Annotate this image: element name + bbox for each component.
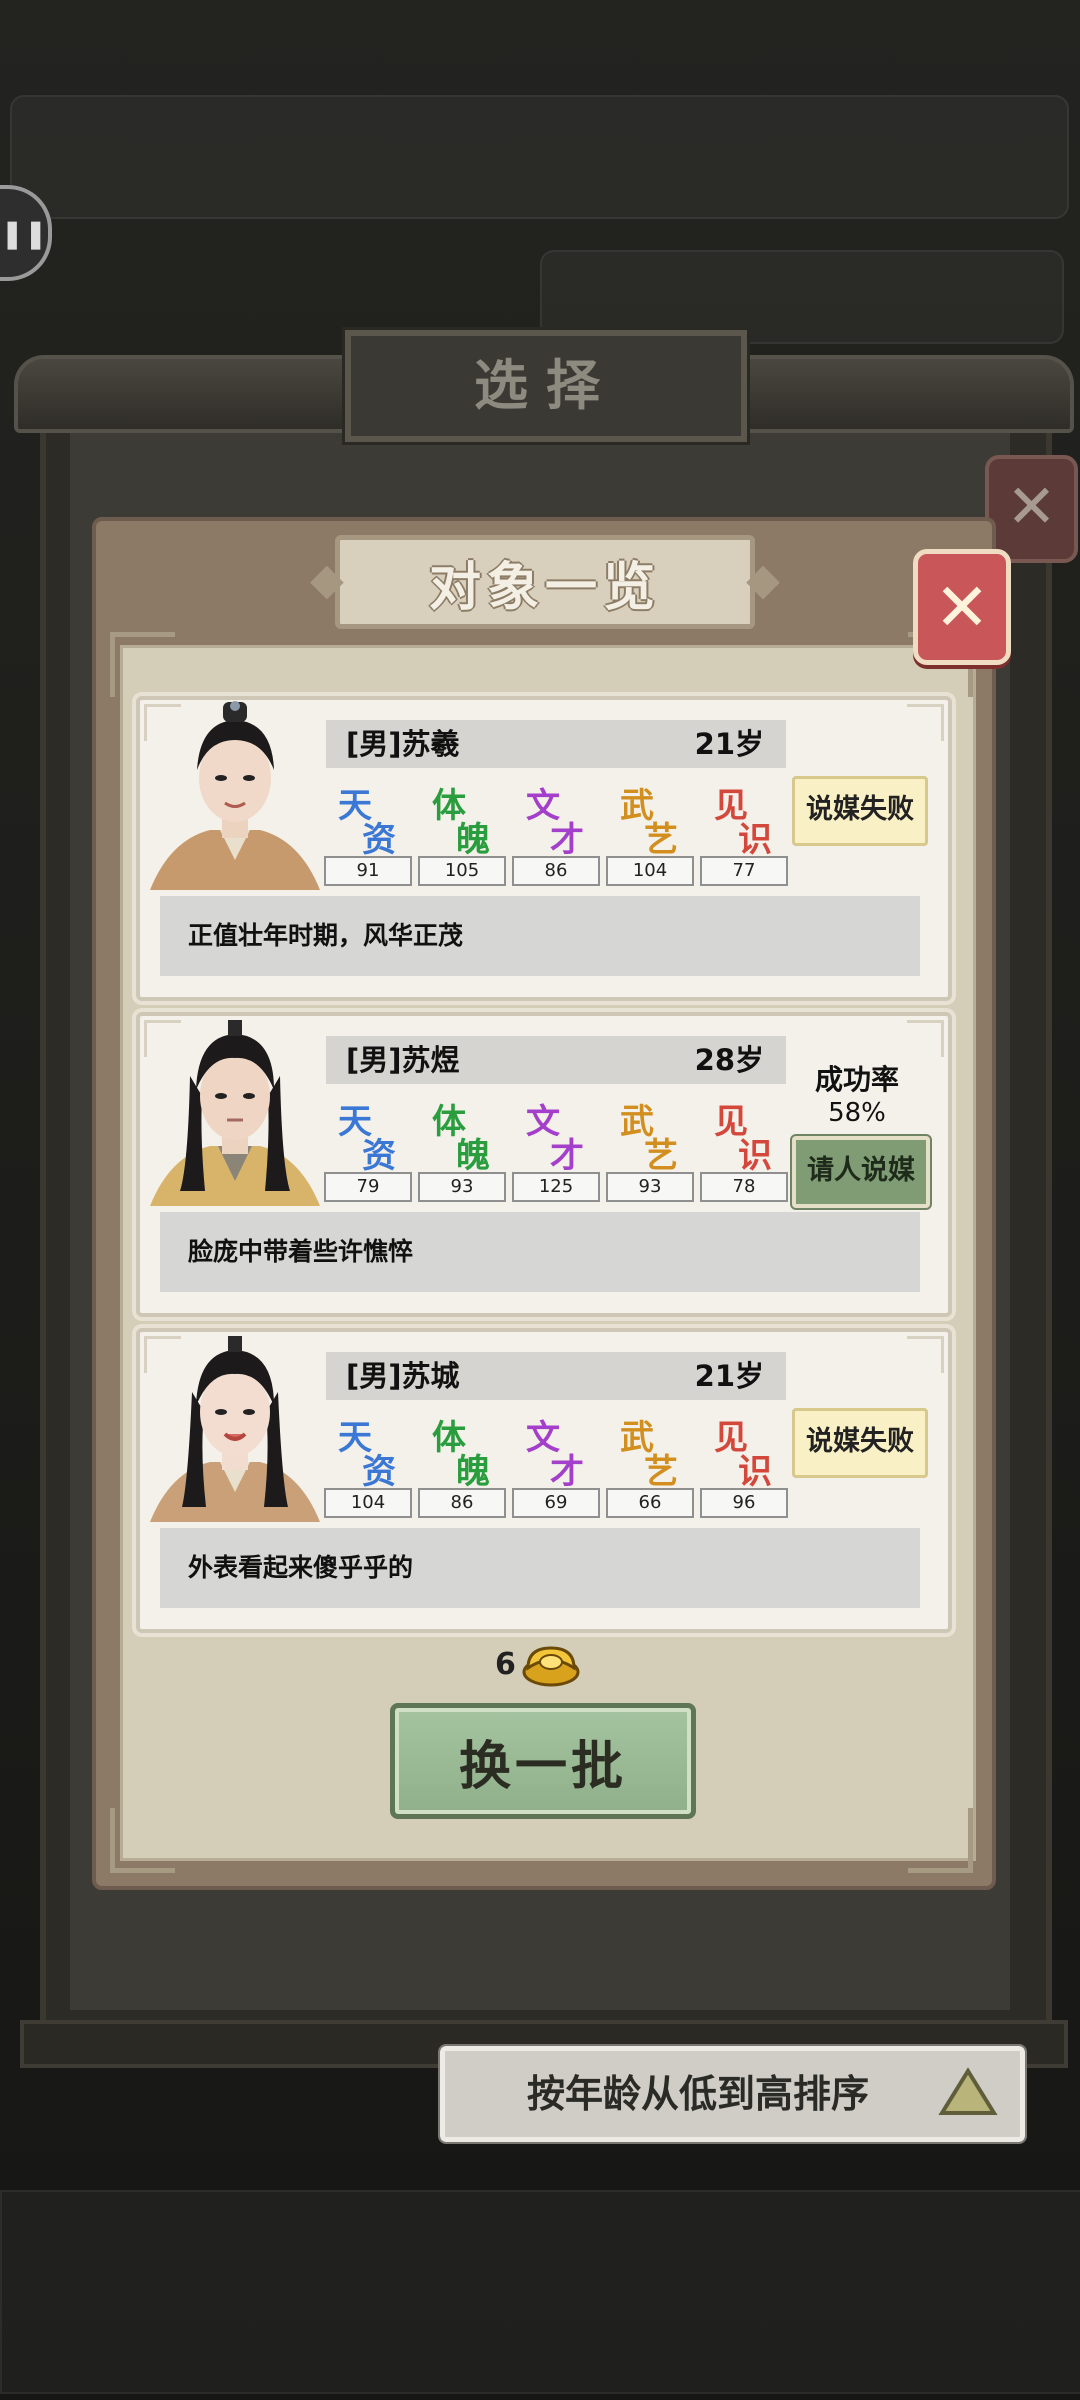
stat-literary: 文才 125 [512,1094,600,1202]
candidate-name-text: 苏煜 [401,1043,460,1077]
stat-aptitude: 天资 104 [324,1410,412,1518]
stat-label-char: 资 [362,1452,396,1492]
candidate-age: 21岁 [694,727,764,761]
name-bar: [男]苏羲 21岁 [326,720,786,768]
stat-literary: 文才 69 [512,1410,600,1518]
stat-aptitude: 天资 79 [324,1094,412,1202]
stat-label-char: 识 [738,820,772,860]
refresh-batch-button[interactable]: 换一批 [390,1703,696,1819]
candidate-portrait [150,701,320,890]
stat-label-char: 才 [550,820,584,860]
candidate-portrait [150,1336,320,1522]
refresh-cost-amount: 6 [495,1646,516,1682]
close-button[interactable]: ✕ [913,549,1011,665]
stat-label-char: 才 [550,1452,584,1492]
candidate-portrait [150,1020,320,1206]
card-corner-ornament [907,1336,944,1373]
stat-label-char: 魄 [456,820,490,860]
stat-label-char: 资 [362,1136,396,1176]
sort-ascending-triangle-icon [938,2067,998,2115]
candidate-description: 脸庞中带着些许憔悴 [188,1237,414,1266]
stat-physique: 体魄 93 [418,1094,506,1202]
stat-label-char: 才 [550,1136,584,1176]
stat-martial: 武艺 66 [606,1410,694,1518]
fret-corner-br [908,1808,973,1873]
name-bar: [男]苏煜 28岁 [326,1036,786,1084]
name-bar: [男]苏城 21岁 [326,1352,786,1400]
stat-insight: 见识 78 [700,1094,788,1202]
fret-corner-bl [110,1808,175,1873]
stat-label-char: 艺 [644,820,678,860]
candidate-gender: [男] [346,727,402,761]
panel-title: 对象一览 [428,557,661,618]
stat-insight: 见识 77 [700,778,788,886]
stat-label-char: 艺 [644,1136,678,1176]
stat-label-char: 识 [738,1452,772,1492]
chat-bubble-icon: ❚❚ [0,216,48,250]
candidate-age: 28岁 [694,1043,764,1077]
candidate-card-2: [男]苏煜 28岁 天资 79 体魄 93 文才 125 武艺 93 见识 78 成功率 … [136,1012,952,1317]
candidate-name-text: 苏羲 [401,727,460,761]
candidate-name-text: 苏城 [401,1359,460,1393]
background-close-icon: ✕ [985,455,1078,563]
bg-bottom-nav [0,2190,1080,2394]
matchmaking-failed-button[interactable]: 说媒失败 [792,776,928,846]
candidate-description: 正值壮年时期，风华正茂 [188,921,464,950]
candidate-description-box: 正值壮年时期，风华正茂 [160,896,920,976]
stat-label-char: 魄 [456,1136,490,1176]
fret-corner-tl [110,632,175,697]
stat-martial: 武艺 93 [606,1094,694,1202]
sort-label: 按年龄从低到高排序 [527,2072,870,2116]
stat-physique: 体魄 105 [418,778,506,886]
matchmaking-failed-button[interactable]: 说媒失败 [792,1408,928,1478]
candidate-description: 外表看起来傻乎乎的 [188,1553,414,1582]
candidate-card-3: [男]苏城 21岁 天资 104 体魄 86 文才 69 武艺 66 见识 96 说媒失败… [136,1328,952,1633]
panel-title-plate: 对象一览 [310,535,780,629]
candidate-card-1: [男]苏羲 21岁 天资 91 体魄 105 文才 86 武艺 104 见识 77 说媒失… [136,696,952,1001]
bg-top-bar [10,95,1069,219]
background-title: 选择 [474,354,618,417]
sort-by-age-button[interactable]: 按年龄从低到高排序 [438,2044,1027,2144]
success-rate-label: 成功率 [814,1063,899,1096]
candidate-description-box: 脸庞中带着些许憔悴 [160,1212,920,1292]
stat-label-char: 资 [362,820,396,860]
refresh-batch-label: 换一批 [458,1736,627,1797]
card-corner-ornament [907,1020,944,1057]
stat-label-char: 识 [738,1136,772,1176]
candidate-name: [男]苏煜 [346,1036,460,1084]
request-matchmaker-button[interactable]: 请人说媒 [790,1134,932,1210]
candidate-name: [男]苏羲 [346,720,460,768]
candidate-gender: [男] [346,1359,402,1393]
candidate-age: 21岁 [694,1359,764,1393]
stat-aptitude: 天资 91 [324,778,412,886]
gold-ingot-icon [522,1646,580,1687]
close-icon: ✕ [934,568,990,646]
stat-physique: 体魄 86 [418,1410,506,1518]
background-title-plate: 选择 [342,327,750,445]
candidate-name: [男]苏城 [346,1352,460,1400]
success-rate-value: 58% [828,1098,886,1128]
stat-label-char: 魄 [456,1452,490,1492]
refresh-cost: 6 [495,1636,580,1692]
stat-literary: 文才 86 [512,778,600,886]
card-corner-ornament [907,704,944,741]
candidate-gender: [男] [346,1043,402,1077]
stat-martial: 武艺 104 [606,778,694,886]
stat-label-char: 艺 [644,1452,678,1492]
candidate-description-box: 外表看起来傻乎乎的 [160,1528,920,1608]
stat-insight: 见识 96 [700,1410,788,1518]
